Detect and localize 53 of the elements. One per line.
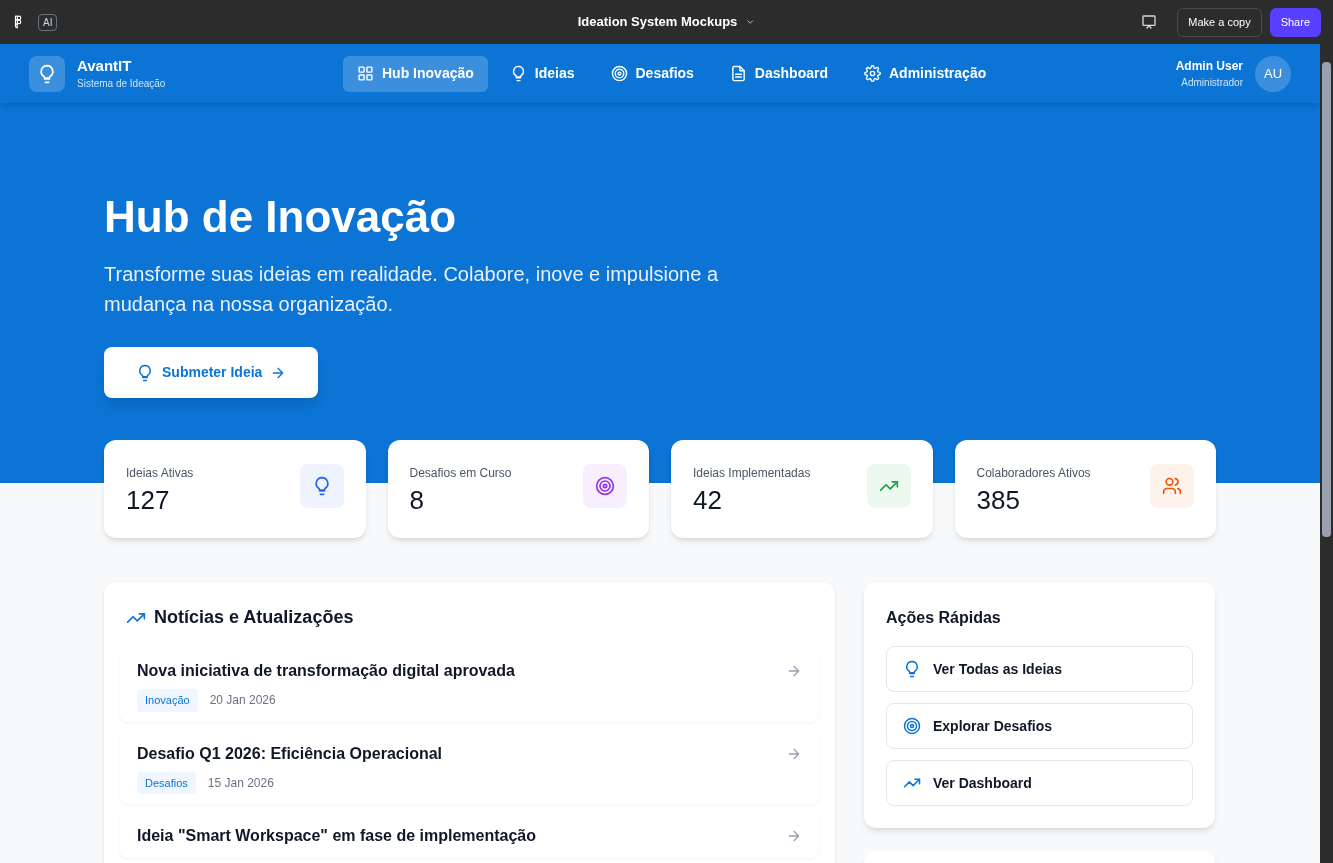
file-title[interactable]: Ideation System Mockups	[577, 12, 738, 32]
news-item-title: Nova iniciativa de transformação digital aprovada	[137, 661, 515, 681]
brand-subtitle: Sistema de Ideação	[77, 77, 166, 91]
arrow-right-icon	[786, 663, 802, 679]
news-item[interactable]: Ideia "Smart Workspace" em fase de implementação	[120, 812, 819, 858]
news-item-title: Desafio Q1 2026: Eficiência Operacional	[137, 743, 443, 764]
hero-title: Hub de Inovação	[104, 191, 458, 243]
ai-badge[interactable]: AI	[38, 13, 58, 31]
news-item-title: Ideia "Smart Workspace" em fase de implementação	[137, 826, 537, 846]
news-item[interactable]: Desafio Q1 2026: Eficiência Operacional Desafios 15 Jan 2026	[120, 729, 819, 804]
stat-value: 385	[976, 484, 1021, 517]
quick-action-button[interactable]: Ver Dashboard	[886, 760, 1193, 806]
news-date: 15 Jan 2026	[207, 774, 274, 792]
stat-value: 8	[409, 484, 425, 517]
lightbulb-icon	[37, 63, 57, 84]
stat-label: Ideias Implementadas	[693, 465, 811, 482]
stat-label: Ideias Ativas	[126, 465, 194, 482]
users-icon	[1162, 476, 1182, 496]
nav-tab[interactable]: Dashboard	[715, 55, 842, 92]
chevron-down-icon	[745, 17, 756, 27]
stat-label: Desafios em Curso	[409, 465, 512, 482]
user-name: Admin User	[1175, 58, 1243, 75]
nav-tab[interactable]: Desafios	[596, 55, 708, 92]
submit-idea-button[interactable]: Submeter Ideia	[104, 347, 319, 398]
settings-icon	[864, 65, 881, 82]
category-tag: Desafios	[137, 771, 196, 794]
lightbulb-icon	[136, 363, 154, 382]
quick-actions-title: Ações Rápidas	[886, 609, 1001, 626]
target-icon	[903, 717, 921, 735]
document-icon	[729, 65, 747, 82]
category-tag: Inovação	[137, 689, 198, 712]
news-title: Notícias e Atualizações	[154, 606, 354, 629]
present-icon	[1141, 14, 1158, 30]
scrollbar[interactable]	[1320, 44, 1333, 863]
quick-action-button[interactable]: Ver Todas as Ideias	[886, 646, 1193, 692]
stat-value: 127	[126, 484, 171, 517]
nav-tab[interactable]: Administração	[850, 55, 1001, 92]
arrow-right-icon	[786, 828, 802, 844]
stat-label: Colaboradores Ativos	[976, 465, 1091, 482]
share-button[interactable]: Share	[1269, 7, 1321, 37]
news-item[interactable]: Nova iniciativa de transformação digital aprovada Inovação 20 Jan 2026	[120, 647, 819, 722]
lightbulb-icon	[903, 660, 921, 678]
hero-text: Transforme suas ideias em realidade. Colabore, inove e impulsione a mudança na nossa organização.	[104, 262, 720, 317]
news-date: 20 Jan 2026	[209, 692, 276, 710]
stat-value: 42	[693, 484, 723, 517]
target-icon	[595, 476, 615, 496]
target-icon	[610, 65, 628, 82]
grid-icon	[357, 65, 374, 82]
user-role: Administrador	[1181, 76, 1243, 90]
make-copy-button[interactable]: Make a copy	[1177, 7, 1262, 37]
nav-tab[interactable]: Ideias	[495, 55, 589, 92]
quick-action-button[interactable]: Explorar Desafios	[886, 703, 1193, 749]
brand-name: AvantIT	[77, 56, 133, 76]
